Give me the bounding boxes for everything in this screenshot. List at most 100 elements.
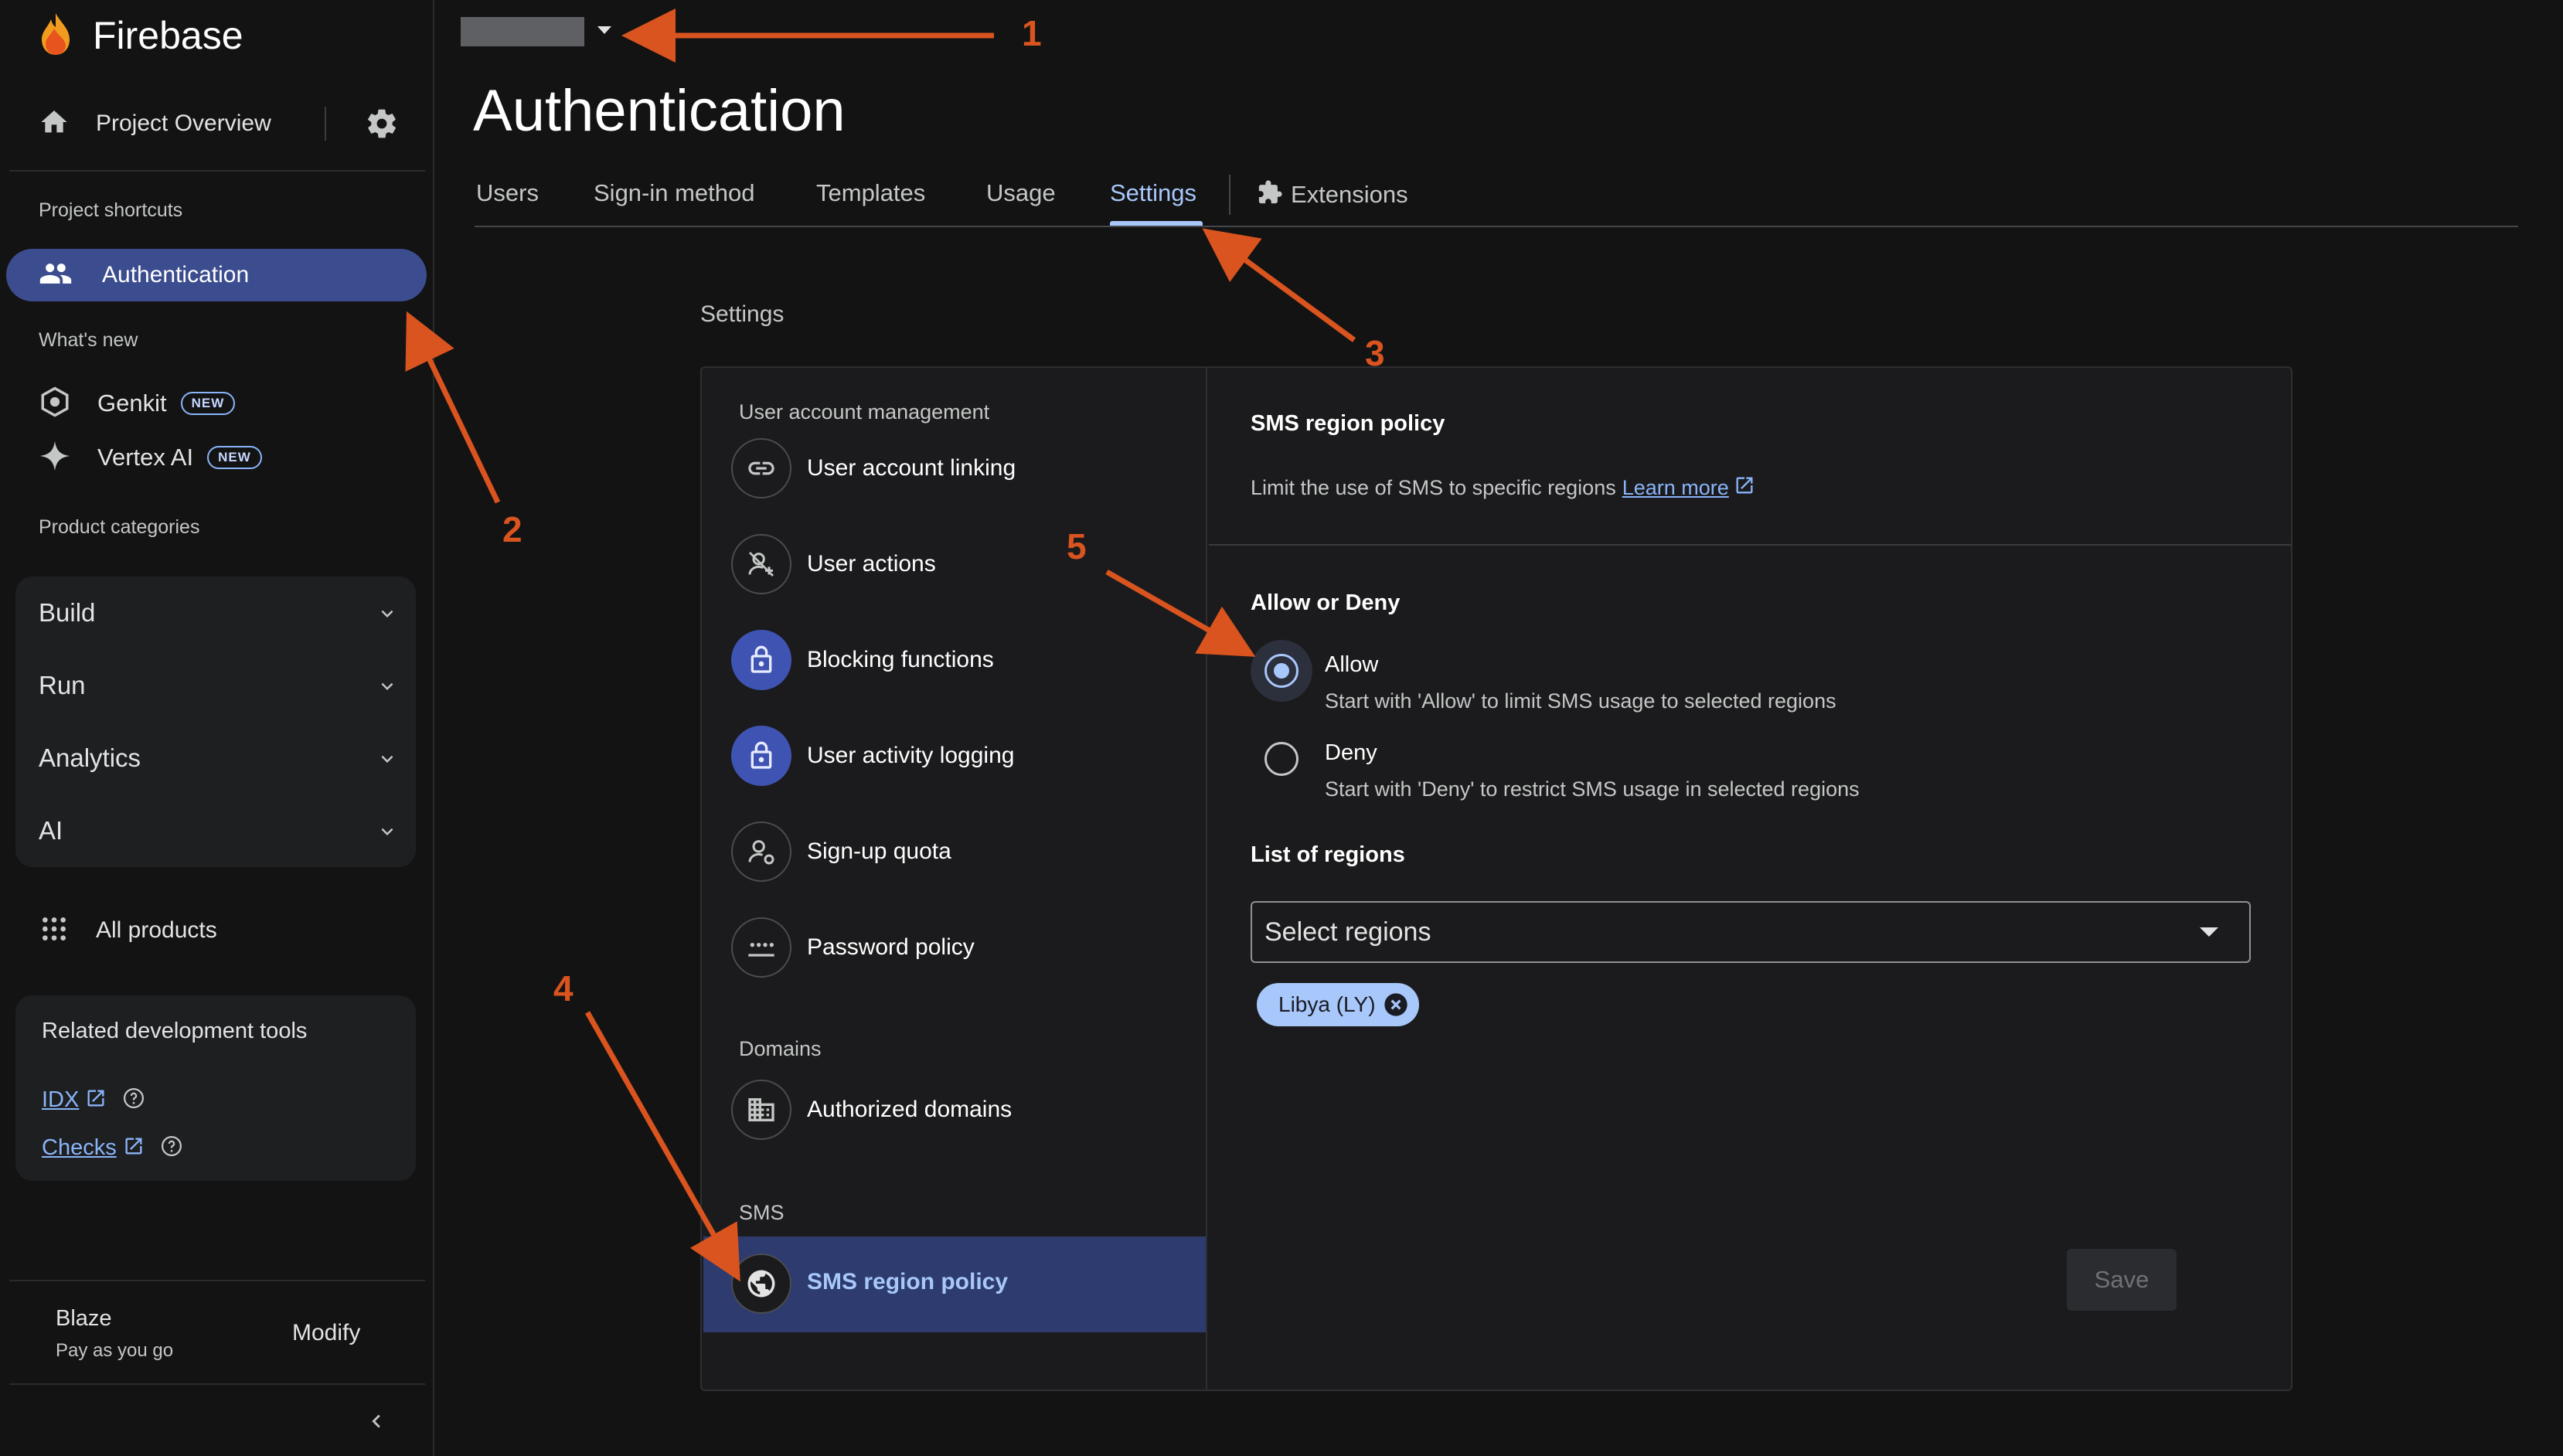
settings-item-user-activity-logging[interactable]: User activity logging [731,725,1195,787]
category-label: AI [39,816,63,845]
category-build[interactable]: Build [15,577,416,649]
sms-region-policy-panel: SMS region policy Limit the use of SMS t… [1209,368,2291,1390]
annotation-number: 4 [553,968,574,1009]
help-icon[interactable] [122,1087,145,1114]
divider [325,107,326,141]
regions-select[interactable]: Select regions [1251,901,2251,963]
group-caption: Domains [739,1037,822,1060]
sidebar-item-genkit[interactable]: Genkit NEW [39,382,236,425]
category-ai[interactable]: AI [15,794,416,867]
globe-icon [731,1254,791,1314]
sidebar-item-vertex-ai[interactable]: Vertex AI NEW [39,436,262,479]
chip-label: Libya (LY) [1278,992,1376,1016]
annotation-number: 2 [502,509,522,549]
sidebar-item-label: Genkit [97,390,167,417]
lock-icon [731,630,791,690]
home-icon [39,107,70,141]
user-settings-icon [731,822,791,882]
people-icon [39,257,73,294]
settings-item-user-actions[interactable]: User actions [731,533,1195,595]
group-caption: User account management [739,400,990,424]
new-badge: NEW [180,392,236,415]
active-tab-indicator [1110,221,1203,226]
radio-label: Allow [1325,652,1379,677]
building-icon [731,1080,791,1140]
collapse-sidebar-icon[interactable] [363,1408,390,1438]
settings-item-label: User activity logging [807,743,1015,768]
external-link-icon [123,1135,145,1161]
settings-item-user-account-linking[interactable]: User account linking [731,437,1195,499]
genkit-icon [39,386,71,422]
category-run[interactable]: Run [15,649,416,722]
settings-item-label: Blocking functions [807,647,994,672]
settings-card: User account management User account lin… [700,366,2292,1391]
idx-link[interactable]: IDX [42,1087,79,1113]
gear-icon[interactable] [365,107,399,145]
save-button[interactable]: Save [2067,1249,2177,1311]
tool-checks: Checks [42,1135,183,1162]
annotation-number: 5 [1067,526,1087,566]
deny-radio[interactable] [1264,742,1299,776]
tab-templates[interactable]: Templates [816,179,925,207]
related-tools-panel: Related development tools IDX Checks [15,995,416,1181]
sidebar-item-authentication[interactable]: Authentication [6,249,427,301]
radio-help: Start with 'Allow' to limit SMS usage to… [1325,689,1836,713]
settings-item-label: Password policy [807,934,975,960]
chevron-down-icon [376,675,399,702]
annotation-arrow-3 [1202,228,1356,342]
group-caption: SMS [739,1201,785,1224]
settings-item-authorized-domains[interactable]: Authorized domains [731,1079,1195,1141]
allow-radio[interactable] [1264,654,1299,688]
learn-more-link[interactable]: Learn more [1622,476,1729,500]
category-label: Build [39,598,96,627]
tab-usage[interactable]: Usage [986,179,1056,207]
settings-item-sms-region-policy[interactable]: SMS region policy [703,1237,1206,1332]
settings-caption: Settings [700,301,785,327]
tab-sign-in-method[interactable]: Sign-in method [594,179,755,207]
sidebar-item-label: Authentication [102,262,250,287]
category-label: Run [39,671,86,699]
category-label: Analytics [39,743,141,772]
remove-chip-icon[interactable] [1384,992,1408,1021]
chevron-down-icon [376,602,399,629]
new-badge: NEW [207,446,262,469]
settings-item-password-policy[interactable]: Password policy [731,917,1195,978]
firebase-logo-icon [37,12,74,60]
plan-subtitle: Pay as you go [56,1340,174,1361]
select-placeholder: Select regions [1264,917,1431,947]
firebase-brand[interactable]: Firebase [37,11,243,60]
sidebar: Firebase Project Overview Project shortc… [0,0,434,1456]
divider [9,1383,425,1385]
settings-item-sign-up-quota[interactable]: Sign-up quota [731,821,1195,883]
checks-link[interactable]: Checks [42,1135,117,1161]
project-selector[interactable] [461,17,614,46]
help-icon[interactable] [160,1135,183,1162]
sidebar-item-label: Vertex AI [97,444,194,471]
tab-settings[interactable]: Settings [1110,179,1196,207]
project-overview-label: Project Overview [96,111,271,136]
settings-item-label: Authorized domains [807,1097,1013,1122]
modify-plan-button[interactable]: Modify [292,1320,360,1346]
tab-users[interactable]: Users [476,179,539,207]
panel-description: Limit the use of SMS to specific regions… [1251,475,1755,502]
product-categories: Build Run Analytics AI [15,577,416,867]
all-products-link[interactable]: All products [39,909,217,952]
brand-name: Firebase [93,14,243,57]
regions-title: List of regions [1251,842,1405,867]
external-link-icon [1734,475,1755,502]
settings-item-label: User account linking [807,455,1016,481]
category-analytics[interactable]: Analytics [15,722,416,794]
password-icon [731,917,791,978]
plan-name: Blaze [56,1306,112,1331]
annotation-number: 1 [1022,13,1042,53]
divider [9,1280,425,1281]
project-overview-link[interactable]: Project Overview [39,100,410,147]
page-title: Authentication [473,78,846,144]
divider [1209,544,2291,546]
chevron-down-icon [376,747,399,774]
radio-help: Start with 'Deny' to restrict SMS usage … [1325,777,1860,801]
settings-item-blocking-functions[interactable]: Blocking functions [731,629,1195,691]
tab-extensions[interactable]: Extensions [1257,179,1408,209]
dropdown-caret-icon [2200,927,2218,937]
caret-down-icon [595,24,614,40]
